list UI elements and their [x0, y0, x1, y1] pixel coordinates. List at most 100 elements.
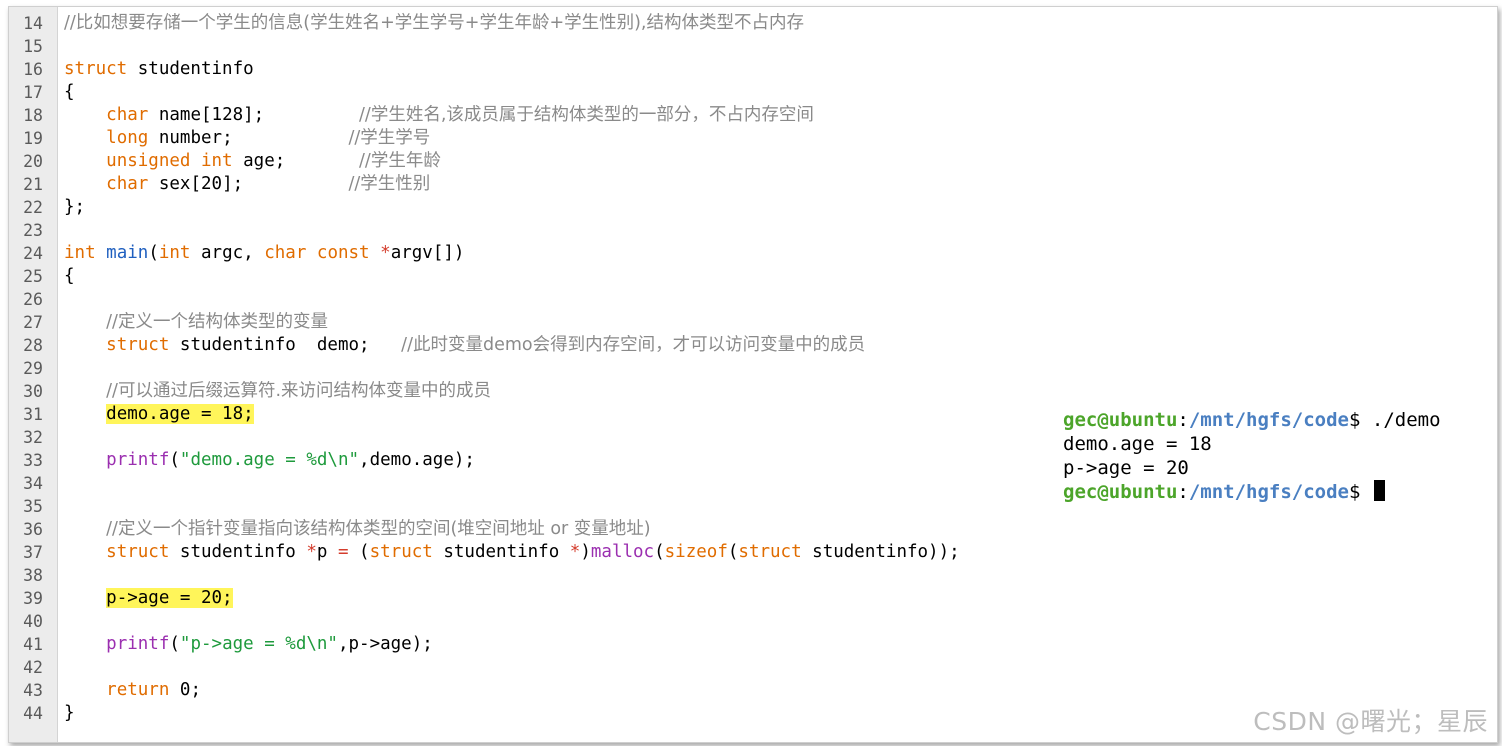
- code-token: int: [64, 243, 96, 263]
- line-number: 16: [23, 60, 43, 79]
- code-line: 33 printf("demo.age = %d\n",demo.age);: [9, 449, 1109, 472]
- code-token: char const: [264, 243, 370, 263]
- code-token: printf: [106, 450, 170, 470]
- code-line: 16 struct studentinfo: [9, 58, 1109, 81]
- line-number: 39: [23, 589, 43, 608]
- terminal-output: gec@ubuntu:/mnt/hgfs/code$ ./demo demo.a…: [1063, 408, 1497, 504]
- line-number: 33: [23, 451, 43, 470]
- code-line: 17 {: [9, 81, 1109, 104]
- prompt-user: gec@ubuntu: [1063, 409, 1178, 431]
- code-line: 30 //可以通过后缀运算符.来访问结构体变量中的成员: [9, 380, 1109, 403]
- code-comment: //此时变量demo会得到内存空间，才可以访问变量中的成员: [401, 335, 866, 355]
- code-line: 15: [9, 35, 1109, 58]
- code-line: 29: [9, 357, 1109, 380]
- code-line: 19 long number; //学生学号: [9, 127, 1109, 150]
- code-token: studentinfo: [432, 542, 570, 562]
- prompt-user: gec@ubuntu: [1063, 481, 1178, 503]
- code-token: return: [106, 680, 170, 700]
- code-text: };: [64, 196, 85, 219]
- code-token: 0;: [169, 680, 201, 700]
- code-token: studentinfo: [127, 59, 254, 79]
- code-line: 18 char name[128]; //学生姓名,该成员属于结构体类型的一部分…: [9, 104, 1109, 127]
- prompt-end: $: [1349, 409, 1372, 431]
- code-token: }: [64, 703, 75, 723]
- code-token: "p->age = %d\n": [179, 634, 338, 654]
- code-line: 32: [9, 426, 1109, 449]
- code-token: (: [148, 243, 159, 263]
- code-line: 22};: [9, 196, 1109, 219]
- code-token: printf: [106, 634, 170, 654]
- code-text: struct studentinfo demo; //此时变量demo会得到内存…: [64, 334, 865, 357]
- terminal-output-line: p->age = 20: [1063, 457, 1189, 479]
- code-text: unsigned int age; //学生年龄: [64, 150, 441, 173]
- line-number: 35: [23, 497, 43, 516]
- prompt-end: $: [1349, 481, 1372, 503]
- code-line: 21 char sex[20]; //学生性别: [9, 173, 1109, 196]
- code-line: 42: [9, 656, 1109, 679]
- code-token: name[128];: [148, 105, 360, 125]
- code-comment: //学生年龄: [359, 151, 441, 171]
- code-token: number;: [148, 128, 349, 148]
- line-number: 36: [23, 520, 43, 539]
- code-token: char: [106, 105, 149, 125]
- prompt-path: /mnt/hgfs/code: [1188, 409, 1349, 431]
- line-number: 26: [23, 290, 43, 309]
- code-text: //可以通过后缀运算符.来访问结构体变量中的成员: [64, 380, 491, 403]
- code-token: "demo.age = %d\n": [179, 450, 360, 470]
- terminal-prompt-line[interactable]: gec@ubuntu:/mnt/hgfs/code$: [1063, 480, 1497, 504]
- code-token: {: [64, 266, 75, 286]
- code-text: }: [64, 702, 75, 725]
- terminal-command-line: gec@ubuntu:/mnt/hgfs/code$ ./demo: [1063, 408, 1497, 432]
- line-number: 25: [23, 267, 43, 286]
- code-line: 41 printf("p->age = %d\n",p->age);: [9, 633, 1109, 656]
- code-token: *: [306, 542, 317, 562]
- code-token: studentinfo));: [801, 542, 960, 562]
- code-token: (: [727, 542, 739, 562]
- code-token: argv[]): [390, 243, 465, 263]
- line-number: 37: [23, 543, 43, 562]
- code-line: 28 struct studentinfo demo; //此时变量demo会得…: [9, 334, 1109, 357]
- code-token: (: [169, 634, 180, 654]
- code-text: int main(int argc, char const *argv[]): [64, 242, 464, 265]
- line-number: 30: [23, 382, 43, 401]
- line-number: 29: [23, 359, 43, 378]
- code-text: struct studentinfo: [64, 58, 254, 81]
- code-line: 34: [9, 472, 1109, 495]
- code-line: 20 unsigned int age; //学生年龄: [9, 150, 1109, 173]
- code-token: struct: [106, 335, 170, 355]
- code-token: long: [106, 128, 149, 148]
- line-number: 18: [23, 106, 43, 125]
- code-text: long number; //学生学号: [64, 127, 430, 150]
- code-line: 35: [9, 495, 1109, 518]
- line-number: 41: [23, 635, 43, 654]
- code-line: 14 //比如想要存储一个学生的信息(学生姓名+学生学号+学生年龄+学生性别),结…: [9, 12, 1109, 35]
- code-line: 23: [9, 219, 1109, 242]
- watermark: CSDN @曙光；星辰: [1253, 707, 1488, 736]
- code-token: {: [64, 82, 75, 102]
- highlighted-code: p->age = 20;: [106, 588, 233, 608]
- code-token: struct: [106, 542, 170, 562]
- line-number: 28: [23, 336, 43, 355]
- line-number: 19: [23, 129, 43, 148]
- prompt-separator: :: [1177, 409, 1189, 431]
- code-token: =: [337, 542, 349, 562]
- line-number: 34: [23, 474, 43, 493]
- code-text: char sex[20]; //学生性别: [64, 173, 430, 196]
- line-number: 31: [23, 405, 43, 424]
- line-number: 17: [23, 83, 43, 102]
- code-token: malloc: [590, 542, 655, 562]
- code-token: age;: [232, 151, 360, 171]
- line-number: 24: [23, 244, 43, 263]
- code-comment: //学生学号: [348, 128, 431, 148]
- code-token: sex[20];: [148, 174, 349, 194]
- code-token: p: [316, 542, 338, 562]
- code-token: (: [348, 542, 370, 562]
